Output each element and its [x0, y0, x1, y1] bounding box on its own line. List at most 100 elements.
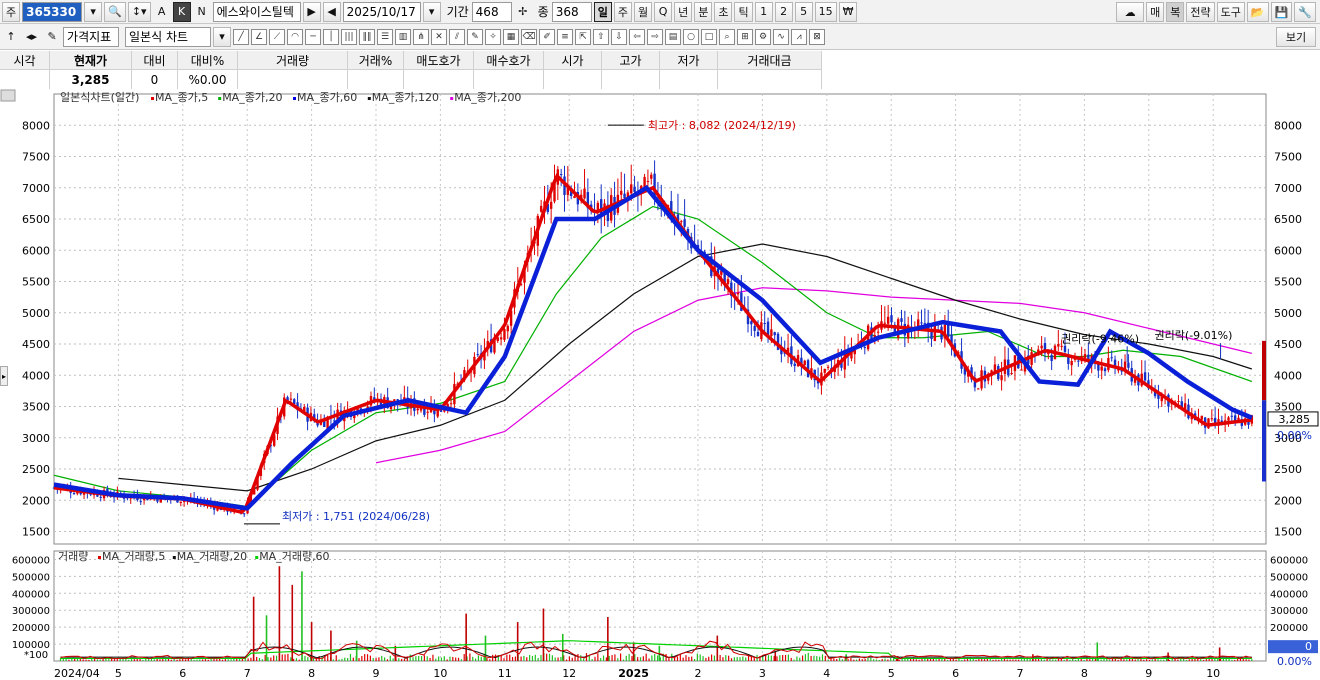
interval-quarter-button[interactable]: Q	[654, 1, 673, 22]
x-tick-label: 6	[179, 667, 186, 680]
rect-tool-icon[interactable]: □	[701, 28, 718, 45]
chart-area[interactable]: 1500 15002000 20002500 25003000 30003500 3500…	[0, 89, 1320, 680]
down-tool-icon[interactable]: ⇩	[611, 28, 628, 45]
volume-bar	[998, 659, 1000, 661]
palette-tool-icon[interactable]: ▦	[503, 28, 520, 45]
search-icon[interactable]: 🔍	[104, 1, 126, 22]
quote-value-price: 3,285	[50, 70, 132, 89]
wave-tool-icon[interactable]: ∿	[773, 28, 790, 45]
indicator-button[interactable]: 가격지표	[63, 26, 120, 47]
bars-tool-icon[interactable]: ‖‖	[359, 28, 376, 45]
table-tool-icon[interactable]: ☰	[377, 28, 394, 45]
stock-code-input[interactable]: 365330	[22, 1, 83, 22]
volume-bar	[111, 658, 113, 661]
volume-bar	[864, 659, 866, 661]
interval-second-button[interactable]: 초	[714, 1, 733, 22]
sort-icon[interactable]: ↕▾	[127, 1, 151, 22]
volume-bar	[1237, 658, 1239, 661]
interval-year-button[interactable]: 년	[674, 1, 693, 22]
interval-week-button[interactable]: 주	[613, 1, 632, 22]
gear-icon[interactable]: ⚙	[755, 28, 772, 45]
left-tool-icon[interactable]: ⇦	[629, 28, 646, 45]
volume-bar	[460, 659, 462, 661]
date-dropdown-icon[interactable]: ▾	[422, 1, 441, 22]
quote-header-change-pct: 대비%	[178, 51, 238, 70]
volume-bar	[93, 658, 96, 661]
save-icon[interactable]: 💾	[1270, 2, 1293, 22]
interval-minute-button[interactable]: 분	[694, 1, 713, 22]
eraser-tool-icon[interactable]: ⌫	[521, 28, 538, 45]
fork-tool-icon[interactable]: ⋔	[413, 28, 430, 45]
zoom-tool-icon[interactable]: ⌕	[719, 28, 736, 45]
volume-bar	[128, 659, 130, 661]
zoom-area-icon[interactable]: ⊞	[737, 28, 754, 45]
arc-tool-icon[interactable]: ◠	[287, 28, 304, 45]
fan-tool-icon[interactable]: ⟋	[269, 28, 286, 45]
volume-bar	[68, 659, 70, 661]
volume-bar	[873, 659, 875, 661]
angle-tool-icon[interactable]: ∠	[251, 28, 268, 45]
arrow-up-icon[interactable]: ↑	[2, 27, 20, 47]
note-tool-icon[interactable]: ✐	[539, 28, 556, 45]
prev-stock-icon[interactable]: A	[153, 2, 171, 22]
hline-tool-icon[interactable]: ─	[305, 28, 322, 45]
crosshair-icon[interactable]: ✢	[514, 2, 532, 22]
export-tool-icon[interactable]: ⇱	[575, 28, 592, 45]
volume-bar	[668, 657, 670, 661]
cloud-icon[interactable]: ☁	[1116, 2, 1145, 22]
volume-tick-label-right: 300000	[1270, 606, 1308, 617]
up-tool-icon[interactable]: ⇧	[593, 28, 610, 45]
volume-bar	[1234, 659, 1236, 661]
interval-5-button[interactable]: 5	[794, 1, 813, 22]
interval-15-button[interactable]: 15	[814, 1, 837, 22]
cross-tool-icon[interactable]: ✕	[431, 28, 448, 45]
play-forward-icon[interactable]: ▶	[302, 1, 321, 22]
folder-icon[interactable]: 📂	[1246, 2, 1269, 22]
clear-tool-icon[interactable]: ⊠	[809, 28, 826, 45]
arrow-both-icon[interactable]: ◂▸	[22, 27, 41, 47]
wand-tool-icon[interactable]: ✧	[485, 28, 502, 45]
k-toggle-button[interactable]: K	[172, 1, 191, 22]
n-toggle-button[interactable]: N	[193, 2, 211, 22]
view-button[interactable]: 보기	[1276, 27, 1316, 47]
volume-bar	[526, 657, 528, 661]
right-tool-icon[interactable]: ⇨	[647, 28, 664, 45]
pen-tool-icon[interactable]: ✎	[467, 28, 484, 45]
candle-body	[426, 411, 429, 413]
volume-bar	[540, 655, 542, 661]
zigzag-tool-icon[interactable]: ⩘	[791, 28, 808, 45]
list-tool-icon[interactable]: ≡	[557, 28, 574, 45]
interval-1-button[interactable]: 1	[754, 1, 773, 22]
multi-button[interactable]: 복	[1166, 2, 1185, 22]
chart-type-dropdown-icon[interactable]: ▾	[213, 26, 232, 47]
candle-body	[1070, 361, 1073, 366]
edit-icon[interactable]: ✎	[43, 27, 61, 47]
interval-2-button[interactable]: 2	[774, 1, 793, 22]
stock-code-dropdown-icon[interactable]: ▾	[84, 1, 103, 22]
tools-button[interactable]: 도구	[1216, 2, 1245, 22]
candle-body	[886, 316, 890, 324]
doc-tool-icon[interactable]: ▤	[665, 28, 682, 45]
grid-tool-icon[interactable]: |||	[341, 28, 358, 45]
vline-tool-icon[interactable]: │	[323, 28, 340, 45]
annotation-label: 권리락(-9.01%)	[1155, 329, 1233, 342]
count-input[interactable]: 368	[551, 1, 592, 22]
channel-tool-icon[interactable]: ⫽	[449, 28, 466, 45]
columns-tool-icon[interactable]: ▥	[395, 28, 412, 45]
play-back-icon[interactable]: ◀	[322, 1, 341, 22]
panel-expand-icon[interactable]: ▸	[0, 366, 8, 386]
interval-tick-button[interactable]: 틱	[734, 1, 753, 22]
interval-day-button[interactable]: 일	[593, 1, 612, 22]
date-input[interactable]: 2025/10/17	[342, 1, 421, 22]
circle-tool-icon[interactable]: ○	[683, 28, 700, 45]
market-selector[interactable]: 주	[2, 1, 21, 22]
buy-button[interactable]: 매	[1146, 2, 1165, 22]
line-tool-icon[interactable]: ╱	[233, 28, 250, 45]
wrench-icon[interactable]: 🔧	[1294, 2, 1316, 22]
chart-type-select[interactable]: 일본식 차트	[125, 26, 212, 47]
period-input[interactable]: 468	[471, 1, 512, 22]
interval-month-button[interactable]: 월	[633, 1, 653, 22]
volume-bar	[561, 633, 564, 661]
strategy-button[interactable]: 전략	[1186, 2, 1215, 22]
currency-button[interactable]: ₩	[838, 1, 858, 22]
